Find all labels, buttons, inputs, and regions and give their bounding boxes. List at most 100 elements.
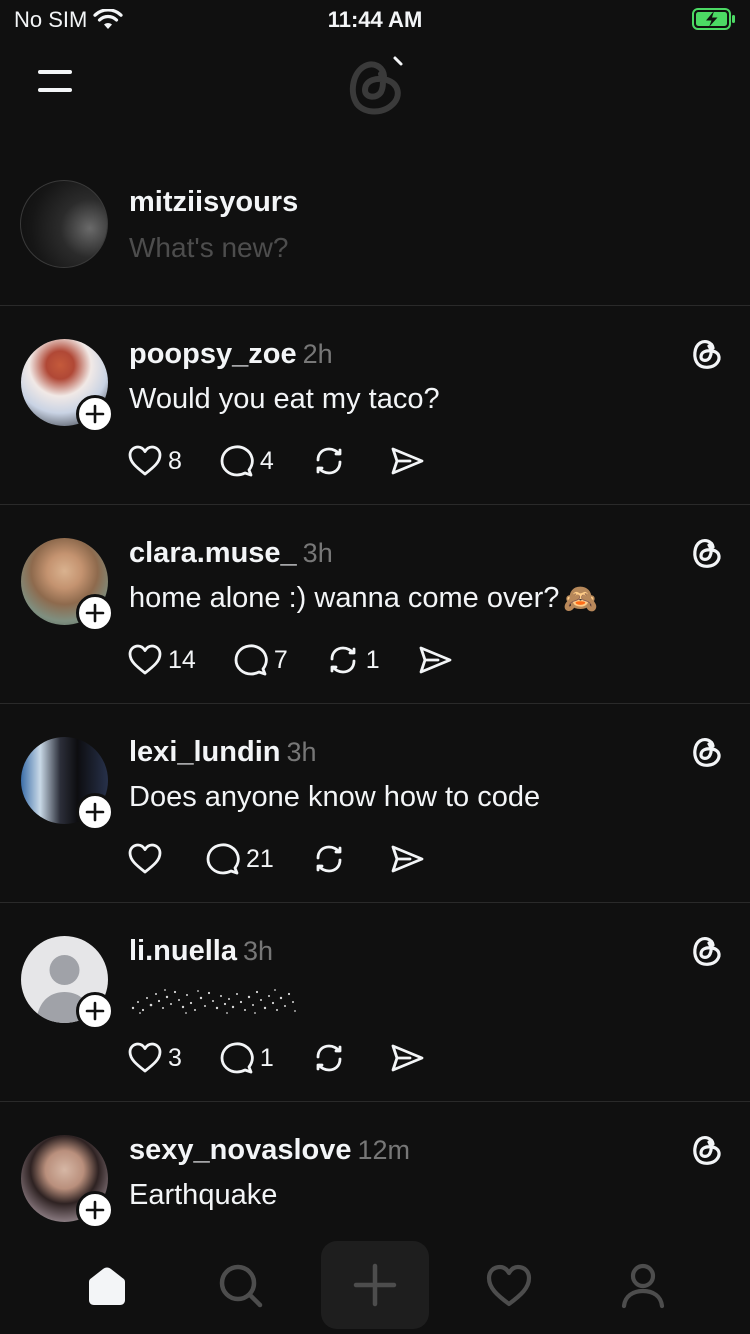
heart-icon (128, 644, 162, 675)
share-button[interactable] (388, 840, 426, 878)
like-button[interactable]: 3 (126, 1039, 182, 1077)
reply-button[interactable]: 21 (204, 840, 274, 878)
see-no-evil-emoji: 🙈 (563, 583, 599, 614)
repost-icon (316, 845, 342, 873)
status-bar: No SIM 11:44 AM (0, 0, 750, 40)
tab-activity[interactable] (469, 1246, 549, 1326)
comment-icon (206, 843, 240, 875)
threads-logo[interactable] (343, 52, 407, 118)
post-header: li.nuella 3h (129, 935, 273, 968)
comment-icon (220, 1042, 254, 1074)
tab-search[interactable] (201, 1246, 281, 1326)
threads-icon (693, 340, 721, 369)
post-text-content: Earthquake (129, 1179, 278, 1211)
post-username[interactable]: poopsy_zoe (129, 338, 297, 370)
follow-plus-icon[interactable] (76, 992, 114, 1030)
repost-button[interactable] (310, 442, 352, 480)
follow-plus-icon[interactable] (76, 793, 114, 831)
repost-icon (316, 447, 342, 475)
comment-icon (220, 445, 254, 477)
follow-plus-icon[interactable] (76, 395, 114, 433)
post-header: sexy_novaslove 12m (129, 1134, 410, 1167)
follow-plus-icon[interactable] (76, 594, 114, 632)
post-time: 3h (302, 538, 333, 568)
reply-button[interactable]: 7 (232, 641, 288, 679)
repost-count: 1 (365, 645, 380, 674)
share-button[interactable] (388, 1039, 426, 1077)
reply-button[interactable]: 4 (218, 442, 274, 480)
top-bar (0, 40, 750, 140)
avatar[interactable] (20, 180, 108, 268)
post-text (129, 980, 301, 1018)
send-icon (391, 1044, 424, 1072)
bottom-tab-bar (0, 1236, 750, 1334)
post-actions: 14 7 1 (126, 640, 490, 680)
repost-button[interactable] (310, 1039, 352, 1077)
tab-profile[interactable] (603, 1246, 683, 1326)
repost-button[interactable]: 1 (324, 641, 380, 679)
reply-button[interactable]: 1 (218, 1039, 274, 1077)
reply-count: 1 (259, 1043, 274, 1072)
follow-plus-icon[interactable] (76, 1191, 114, 1229)
reply-count: 7 (273, 645, 288, 674)
post-username[interactable]: lexi_lundin (129, 736, 280, 768)
post-time: 12m (357, 1135, 411, 1165)
search-icon (219, 1264, 263, 1308)
thread-post[interactable]: clara.muse_ 3h home alone :) wanna come o… (0, 505, 750, 704)
composer-placeholder[interactable]: What's new? (129, 232, 288, 264)
tab-home[interactable] (67, 1246, 147, 1326)
post-text-content: Does anyone know how to code (129, 781, 541, 813)
like-button[interactable]: 8 (126, 442, 182, 480)
threads-icon (693, 738, 721, 767)
post-header: clara.muse_ 3h (129, 537, 333, 570)
like-button[interactable] (126, 840, 168, 878)
post-actions: 3 1 (126, 1038, 462, 1078)
thread-post[interactable]: lexi_lundin 3h Does anyone know how to co… (0, 704, 750, 903)
post-text: Earthquake (129, 1179, 277, 1212)
repost-button[interactable] (310, 840, 352, 878)
post-header: poopsy_zoe 2h (129, 338, 333, 371)
post-time: 2h (302, 339, 333, 369)
hamburger-icon[interactable] (38, 68, 74, 96)
repost-icon (330, 646, 356, 674)
plus-icon (353, 1263, 397, 1307)
reply-count: 21 (246, 844, 274, 873)
reply-count: 4 (259, 446, 274, 475)
post-header: lexi_lundin 3h (129, 736, 317, 769)
post-text-content: home alone :) wanna come over? (129, 582, 560, 614)
new-thread-composer[interactable]: mitziisyours What's new? (0, 172, 750, 306)
repost-icon (316, 1044, 342, 1072)
hidden-text-particles (131, 989, 296, 1014)
send-icon (419, 646, 452, 674)
share-button[interactable] (388, 442, 426, 480)
post-text: Would you eat my taco? (129, 383, 440, 416)
status-time: 11:44 AM (327, 7, 423, 32)
threads-icon (693, 539, 721, 568)
post-time: 3h (286, 737, 317, 767)
post-text: Does anyone know how to code (129, 781, 540, 814)
tab-create[interactable] (321, 1241, 429, 1329)
send-icon (391, 845, 424, 873)
thread-post[interactable]: poopsy_zoe 2h Would you eat my taco? 8 4 (0, 306, 750, 505)
post-text: home alone :) wanna come over? 🙈 (129, 582, 598, 615)
thread-post[interactable]: sexy_novaslove 12m Earthquake (0, 1102, 750, 1236)
post-actions: 8 4 (126, 441, 462, 481)
heart-icon (486, 1264, 532, 1307)
like-count: 8 (168, 446, 182, 475)
share-button[interactable] (416, 641, 454, 679)
post-username[interactable]: clara.muse_ (129, 537, 297, 569)
heart-icon (128, 445, 162, 476)
like-count: 3 (168, 1043, 182, 1072)
profile-icon (621, 1263, 665, 1309)
post-username[interactable]: li.nuella (129, 935, 237, 967)
thread-post[interactable]: li.nuella 3h 3 1 (0, 903, 750, 1102)
home-icon (89, 1267, 125, 1305)
like-button[interactable]: 14 (126, 641, 196, 679)
post-username[interactable]: sexy_novaslove (129, 1134, 351, 1166)
post-text-content: Would you eat my taco? (129, 383, 440, 415)
comment-icon (234, 644, 268, 676)
threads-icon (693, 937, 721, 966)
composer-username: mitziisyours (129, 186, 299, 218)
battery-charging-icon (692, 8, 735, 30)
post-time: 3h (242, 936, 274, 966)
